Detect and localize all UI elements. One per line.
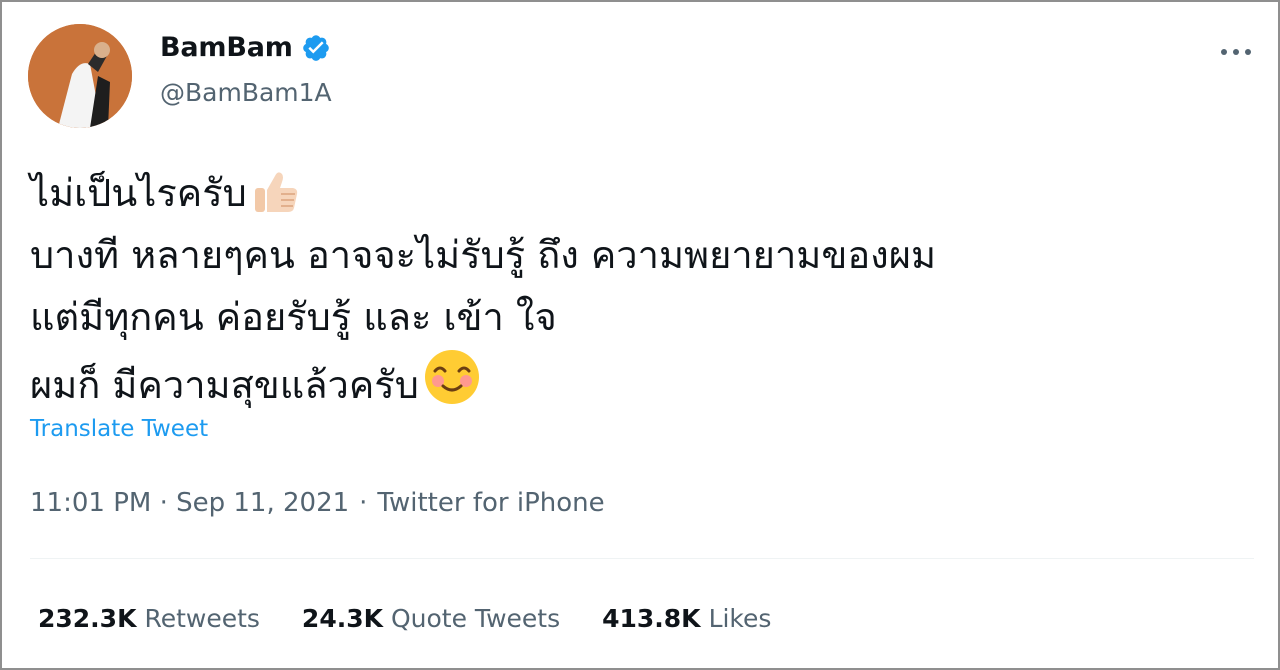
timestamp[interactable]: 11:01 PM · Sep 11, 2021 bbox=[30, 488, 349, 518]
quote-tweets-count: 24.3K bbox=[301, 604, 383, 633]
quote-tweets-stat[interactable]: 24.3K Quote Tweets bbox=[302, 604, 560, 633]
smiling-blush-emoji-icon bbox=[423, 348, 481, 424]
tweet-line: ไม่เป็นไรครับ bbox=[30, 162, 1230, 224]
avatar[interactable] bbox=[28, 24, 132, 128]
tweet-source[interactable]: Twitter for iPhone bbox=[377, 488, 604, 518]
author-handle[interactable]: @BamBam1A bbox=[160, 78, 332, 107]
likes-count: 413.8K bbox=[602, 604, 701, 633]
translate-tweet-link[interactable]: Translate Tweet bbox=[30, 416, 208, 442]
avatar-image bbox=[28, 24, 132, 128]
tweet-line: แต่มีทุกคน ค่อยรับรู้ และ เข้า ใจ bbox=[30, 295, 557, 339]
quote-tweets-label: Quote Tweets bbox=[390, 604, 561, 633]
tweet-card: BamBam @BamBam1A ไม่เป็นไรครับ บางที หลา… bbox=[0, 0, 1280, 670]
verified-badge-icon bbox=[301, 33, 331, 63]
divider bbox=[30, 558, 1254, 559]
tweet-line: ผมก็ มีความสุขแล้วครับ bbox=[30, 348, 1230, 410]
likes-label: Likes bbox=[708, 604, 772, 633]
tweet-text: ไม่เป็นไรครับ บางที หลายๆคน อาจจะไม่รับร… bbox=[30, 162, 1230, 410]
retweets-count: 232.3K bbox=[38, 604, 137, 633]
more-options-icon[interactable] bbox=[1214, 34, 1258, 70]
meta-separator: · bbox=[359, 488, 368, 518]
thumbs-up-emoji-icon bbox=[251, 168, 299, 232]
display-name[interactable]: BamBam bbox=[160, 32, 293, 63]
tweet-stats: 232.3K Retweets 24.3K Quote Tweets 413.8… bbox=[38, 604, 771, 633]
tweet-meta: 11:01 PM · Sep 11, 2021 · Twitter for iP… bbox=[30, 488, 605, 518]
retweets-label: Retweets bbox=[144, 604, 260, 633]
likes-stat[interactable]: 413.8K Likes bbox=[602, 604, 771, 633]
tweet-line: บางที หลายๆคน อาจจะไม่รับรู้ ถึง ความพยา… bbox=[30, 233, 937, 277]
retweets-stat[interactable]: 232.3K Retweets bbox=[38, 604, 260, 633]
